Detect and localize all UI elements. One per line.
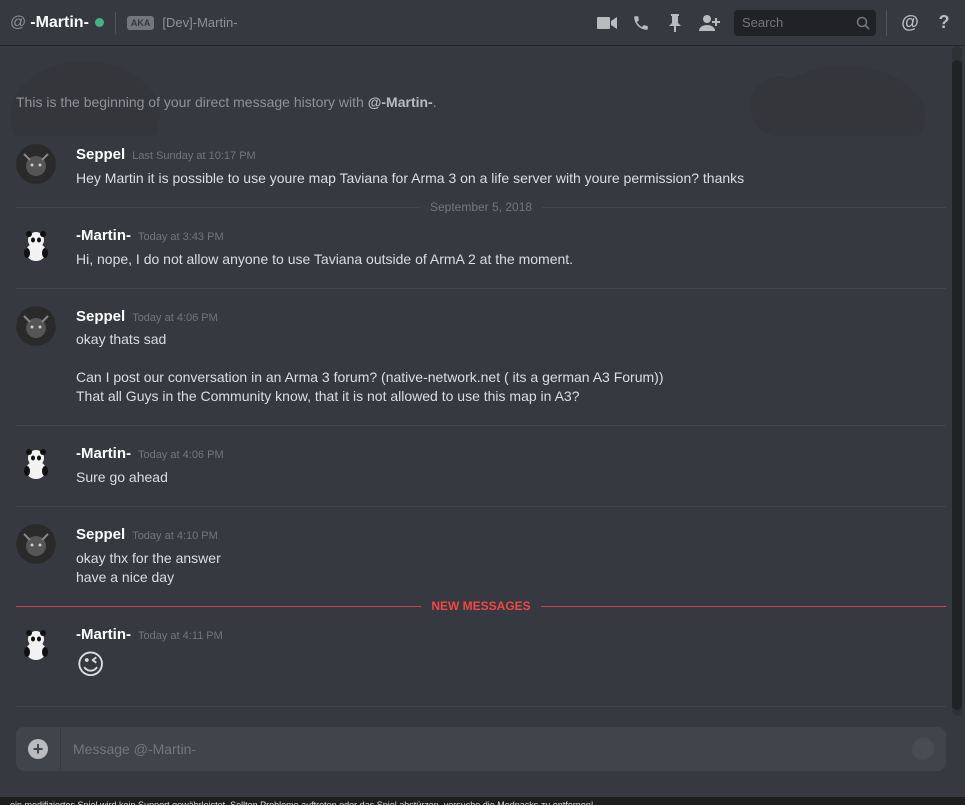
header-divider bbox=[114, 11, 116, 34]
message-header: -Martin- Today at 4:06 PM bbox=[76, 445, 224, 462]
message-text: Hi, nope, I do not allow anyone to use T… bbox=[76, 251, 574, 267]
message-text: Sure go ahead bbox=[76, 469, 168, 485]
date-divider-label: September 5, 2018 bbox=[429, 200, 533, 214]
avatar-martin[interactable] bbox=[16, 443, 56, 483]
message-list: This is the beginning of your direct mes… bbox=[0, 46, 951, 716]
timestamp: Today at 3:43 PM bbox=[138, 231, 224, 243]
aka-badge: AKA bbox=[126, 15, 155, 30]
video-call-icon[interactable] bbox=[596, 12, 618, 34]
avatar-seppel[interactable] bbox=[16, 524, 56, 564]
voice-call-icon[interactable] bbox=[630, 12, 652, 34]
timestamp: Today at 4:06 PM bbox=[138, 449, 224, 461]
search-icon bbox=[856, 16, 870, 30]
channel-header: @ -Martin- AKA [Dev]-Martin- @ ? bbox=[0, 0, 965, 45]
online-status-icon bbox=[94, 18, 104, 27]
message-text: That all Guys in the Community know, tha… bbox=[76, 388, 580, 404]
timestamp: Last Sunday at 10:17 PM bbox=[132, 150, 256, 162]
mentions-icon[interactable]: @ bbox=[899, 12, 921, 34]
add-friend-icon[interactable] bbox=[698, 12, 720, 34]
message-input[interactable] bbox=[71, 740, 912, 758]
avatar-martin[interactable] bbox=[16, 225, 56, 265]
timestamp: Today at 4:06 PM bbox=[132, 312, 218, 324]
avatar-seppel[interactable] bbox=[16, 144, 56, 184]
username[interactable]: -Martin- bbox=[76, 626, 131, 643]
search-input[interactable] bbox=[740, 14, 856, 31]
group-separator bbox=[16, 288, 946, 289]
dm-intro-text: This is the beginning of your direct mes… bbox=[16, 94, 437, 110]
username[interactable]: -Martin- bbox=[76, 445, 131, 462]
header-divider bbox=[886, 9, 887, 36]
at-icon: @ bbox=[10, 13, 27, 31]
group-separator bbox=[16, 425, 946, 426]
message-text: okay thats sad bbox=[76, 331, 167, 347]
message-text: okay thx for the answer bbox=[76, 550, 221, 566]
message-header: Seppel Today at 4:06 PM bbox=[76, 308, 218, 325]
emoji-picker-icon[interactable] bbox=[912, 738, 934, 760]
message-header: -Martin- Today at 4:11 PM bbox=[76, 626, 223, 643]
username[interactable]: Seppel bbox=[76, 308, 125, 325]
avatar-martin[interactable] bbox=[16, 624, 56, 664]
avatar-seppel[interactable] bbox=[16, 306, 56, 346]
upload-plus-icon[interactable]: + bbox=[28, 739, 48, 759]
help-icon[interactable]: ? bbox=[933, 12, 955, 34]
group-separator bbox=[16, 506, 946, 507]
background-decoration bbox=[10, 61, 925, 136]
username[interactable]: Seppel bbox=[76, 526, 125, 543]
message-header: Seppel Last Sunday at 10:17 PM bbox=[76, 146, 256, 163]
message-header: Seppel Today at 4:10 PM bbox=[76, 526, 218, 543]
group-separator bbox=[16, 706, 946, 707]
new-messages-divider: NEW MESSAGES bbox=[16, 599, 947, 613]
message-text: have a nice day bbox=[76, 569, 175, 585]
message-composer: + bbox=[16, 727, 946, 771]
dm-username: -Martin- bbox=[30, 13, 89, 31]
background-window-strip: ... ein modifiziertes Spiel wird kein Su… bbox=[0, 797, 965, 805]
new-messages-label: NEW MESSAGES bbox=[431, 599, 531, 613]
message-text: Hey Martin it is possible to use youre m… bbox=[76, 170, 745, 186]
composer-divider bbox=[60, 727, 61, 771]
username[interactable]: Seppel bbox=[76, 146, 125, 163]
search-box[interactable] bbox=[734, 9, 876, 36]
dm-nickname: [Dev]-Martin- bbox=[162, 15, 238, 30]
dm-intro-target: @-Martin- bbox=[367, 94, 433, 110]
message-header: -Martin- Today at 3:43 PM bbox=[76, 227, 224, 244]
pin-icon[interactable] bbox=[664, 12, 686, 34]
timestamp: Today at 4:10 PM bbox=[132, 530, 218, 542]
username[interactable]: -Martin- bbox=[76, 227, 131, 244]
date-divider: September 5, 2018 bbox=[16, 200, 947, 214]
scrollbar-thumb[interactable] bbox=[952, 60, 962, 710]
message-text: Can I post our conversation in an Arma 3… bbox=[76, 369, 664, 385]
wink-emoji: 😉 bbox=[76, 649, 106, 680]
timestamp: Today at 4:11 PM bbox=[138, 630, 223, 642]
